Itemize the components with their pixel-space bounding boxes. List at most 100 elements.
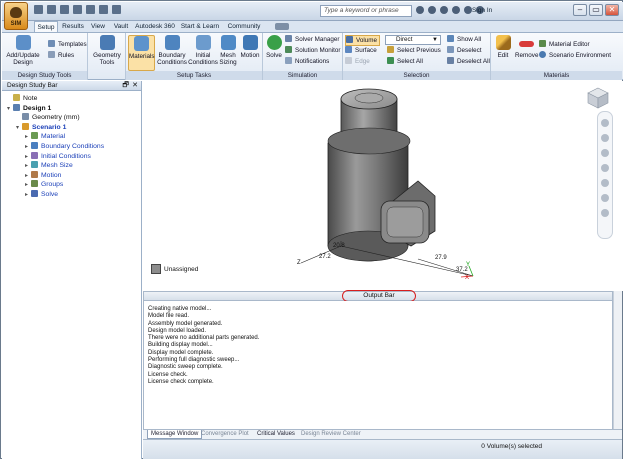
output-bar-header[interactable]: Output Bar bbox=[143, 290, 613, 302]
tree-node-scenario[interactable]: ▾ Scenario 1 bbox=[2, 122, 141, 133]
zoom-icon[interactable] bbox=[601, 149, 609, 157]
model-view[interactable] bbox=[143, 81, 623, 291]
edge-select-button[interactable]: Edge bbox=[345, 57, 370, 66]
restore-button[interactable]: ▭ bbox=[589, 4, 603, 16]
notifications-button[interactable]: Notifications bbox=[285, 57, 329, 66]
edit-material-button[interactable]: Edit bbox=[493, 35, 513, 59]
exchange-icon[interactable] bbox=[464, 6, 472, 14]
surface-select-button[interactable]: Surface bbox=[345, 46, 377, 55]
motion-label: Motion bbox=[240, 52, 260, 59]
tree-node-solve[interactable]: ▸ Solve bbox=[2, 189, 141, 200]
design-study-bar-header: Design Study Bar 🗗 ✕ bbox=[2, 81, 141, 91]
user-icon[interactable] bbox=[452, 6, 460, 14]
deselect-button[interactable]: Deselect bbox=[447, 46, 482, 55]
selection-mode-dropdown[interactable]: Direct ▼ bbox=[385, 35, 441, 45]
solver-manager-icon bbox=[285, 35, 292, 42]
tab-results[interactable]: Results bbox=[60, 21, 86, 32]
tree-node-note[interactable]: Note bbox=[2, 94, 141, 104]
deselect-all-button[interactable]: Deselect All bbox=[447, 57, 490, 66]
select-all-button[interactable]: Select All bbox=[387, 57, 423, 66]
tree-node-label: Initial Conditions bbox=[41, 152, 91, 160]
initial-conditions-button[interactable]: Initial Conditions bbox=[188, 35, 218, 66]
key-icon[interactable] bbox=[428, 6, 436, 14]
sign-in-link[interactable]: Sign In bbox=[472, 7, 492, 14]
pin-icon[interactable]: 🗗 bbox=[122, 81, 129, 91]
add-update-design-button[interactable]: Add/Update Design bbox=[4, 35, 42, 66]
open-file-icon[interactable] bbox=[47, 5, 56, 14]
group-label-materials: Materials bbox=[491, 71, 622, 80]
viewcube-icon[interactable] bbox=[587, 87, 609, 109]
pan-icon[interactable] bbox=[601, 134, 609, 142]
tree-node-design[interactable]: ▾ Design 1 bbox=[2, 103, 141, 114]
tree-node-material[interactable]: ▸ Material bbox=[2, 132, 141, 142]
screenshot-icon[interactable] bbox=[112, 5, 121, 14]
note-icon bbox=[13, 94, 20, 101]
save-icon[interactable] bbox=[60, 5, 69, 14]
close-button[interactable]: ✕ bbox=[605, 4, 619, 16]
tree-node-motion[interactable]: ▸ Motion bbox=[2, 170, 141, 181]
tab-view[interactable]: View bbox=[88, 21, 108, 32]
tab-setup[interactable]: Setup bbox=[34, 21, 58, 32]
redo-icon[interactable] bbox=[86, 5, 95, 14]
search-input[interactable]: Type a keyword or phrase bbox=[320, 5, 412, 17]
window-controls: – ▭ ✕ bbox=[573, 4, 619, 16]
mesh-label-1: Mesh bbox=[220, 52, 236, 59]
solve-button[interactable]: Solve bbox=[264, 35, 284, 59]
star-icon[interactable] bbox=[440, 6, 448, 14]
boundary-conditions-button[interactable]: Boundary Conditions bbox=[156, 35, 188, 66]
material-editor-icon bbox=[539, 40, 546, 47]
group-label-design-study-tools[interactable]: Design Study Tools bbox=[2, 71, 87, 80]
select-previous-button[interactable]: Select Previous bbox=[387, 46, 441, 55]
tab-vault[interactable]: Vault bbox=[110, 21, 132, 32]
group-design-study-tools: Add/Update Design Templates Rules Design… bbox=[2, 33, 88, 80]
tab-critical-values[interactable]: Critical Values bbox=[257, 430, 295, 439]
tab-community[interactable]: Community bbox=[224, 21, 264, 32]
rules-button[interactable]: Rules bbox=[48, 51, 74, 60]
tab-message-window[interactable]: Message Window bbox=[147, 430, 203, 439]
steering-wheel-icon[interactable] bbox=[601, 119, 609, 127]
tab-start-learn[interactable]: Start & Learn bbox=[178, 21, 222, 32]
look-at-icon[interactable] bbox=[601, 179, 609, 187]
geometry-icon bbox=[22, 113, 29, 121]
more-tabs-icon[interactable] bbox=[275, 23, 289, 30]
tree-node-label: Solve bbox=[41, 190, 59, 198]
orbit-icon[interactable] bbox=[601, 164, 609, 172]
geometry-tools-button[interactable]: Geometry Tools bbox=[91, 35, 123, 66]
tree-node-initial-conditions[interactable]: ▸ Initial Conditions bbox=[2, 151, 141, 162]
minimize-button[interactable]: – bbox=[573, 4, 587, 16]
show-all-button[interactable]: Show All bbox=[447, 35, 481, 44]
scenario-environment-button[interactable]: Scenario Environment bbox=[539, 51, 611, 60]
group-label-simulation[interactable]: Simulation bbox=[263, 71, 342, 80]
tree-node-groups[interactable]: ▸ Groups bbox=[2, 180, 141, 190]
mesh-sizing-button[interactable]: Mesh Sizing bbox=[218, 35, 238, 66]
tab-autodesk-360[interactable]: Autodesk 360 bbox=[134, 21, 176, 32]
tree-node-label: Design 1 bbox=[23, 104, 52, 112]
templates-button[interactable]: Templates bbox=[48, 40, 87, 49]
motion-button[interactable]: Motion bbox=[238, 35, 262, 59]
close-panel-icon[interactable]: ✕ bbox=[132, 81, 138, 91]
solution-monitor-button[interactable]: Solution Monitor bbox=[285, 46, 341, 55]
output-scrollbar[interactable] bbox=[613, 291, 622, 429]
fit-icon[interactable] bbox=[601, 194, 609, 202]
solver-manager-button[interactable]: Solver Manager bbox=[285, 35, 339, 44]
material-editor-button[interactable]: Material Editor bbox=[539, 40, 590, 49]
boundary-conditions-icon bbox=[164, 35, 180, 50]
output-message-window[interactable]: Creating native model... Model file read.… bbox=[143, 301, 613, 429]
tree-node-boundary-conditions[interactable]: ▸ Boundary Conditions bbox=[2, 141, 141, 152]
tab-design-review-center[interactable]: Design Review Center bbox=[301, 430, 361, 439]
new-file-icon[interactable] bbox=[34, 5, 43, 14]
graphics-viewport[interactable]: 20.8 27.2 Z 27.9 37.2 X Y Unassigned bbox=[143, 81, 623, 291]
materials-button[interactable]: Materials bbox=[128, 35, 155, 71]
tab-convergence-plot[interactable]: Convergence Plot bbox=[201, 430, 249, 439]
material-legend-label: Unassigned bbox=[164, 266, 199, 273]
part-body[interactable] bbox=[327, 88, 436, 262]
binoculars-icon[interactable] bbox=[416, 6, 424, 14]
tree-node-mesh-size[interactable]: ▸ Mesh Size bbox=[2, 161, 141, 171]
settings-icon[interactable] bbox=[601, 209, 609, 217]
tree-node-geometry[interactable]: Geometry (mm) bbox=[2, 113, 141, 123]
volume-select-button[interactable]: Volume bbox=[345, 35, 381, 46]
print-icon[interactable] bbox=[99, 5, 108, 14]
undo-icon[interactable] bbox=[73, 5, 82, 14]
remove-material-button[interactable]: Remove bbox=[515, 35, 538, 59]
application-menu-button[interactable]: SIM bbox=[4, 2, 28, 30]
